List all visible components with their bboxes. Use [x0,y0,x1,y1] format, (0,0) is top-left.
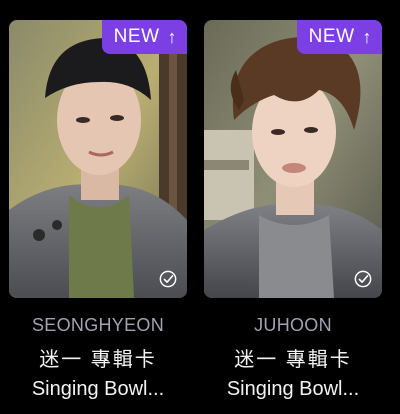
member-photo [9,20,187,298]
arrow-up-icon: ↑ [362,27,372,47]
member-name: JUHOON [254,315,332,335]
card-title: 迷一 專輯卡 [234,349,352,371]
check-circle-icon [354,270,372,288]
badge-label: NEW [113,26,160,47]
photocard-juhoon[interactable]: NEW ↑ JUHOON 迷一 專輯卡 Singing Bowl... [204,20,382,401]
arrow-up-icon: ↑ [167,27,177,47]
member-name: SEONGHYEON [31,315,165,335]
badge-label: NEW [308,26,355,47]
photo-card-image[interactable]: NEW ↑ [9,20,187,298]
card-title: 迷一 專輯卡 [39,349,157,371]
card-subtitle: Singing Bowl... [226,378,360,400]
new-badge: NEW ↑ [296,20,382,54]
check-circle-icon [159,270,177,288]
photocard-seonghyeon[interactable]: NEW ↑ SEONGHYEON 迷一 專輯卡 Singing Bowl... [9,20,187,401]
photo-card-image[interactable]: NEW ↑ [204,20,382,298]
card-subtitle: Singing Bowl... [31,378,165,400]
member-photo [204,20,382,298]
new-badge: NEW ↑ [101,20,187,54]
